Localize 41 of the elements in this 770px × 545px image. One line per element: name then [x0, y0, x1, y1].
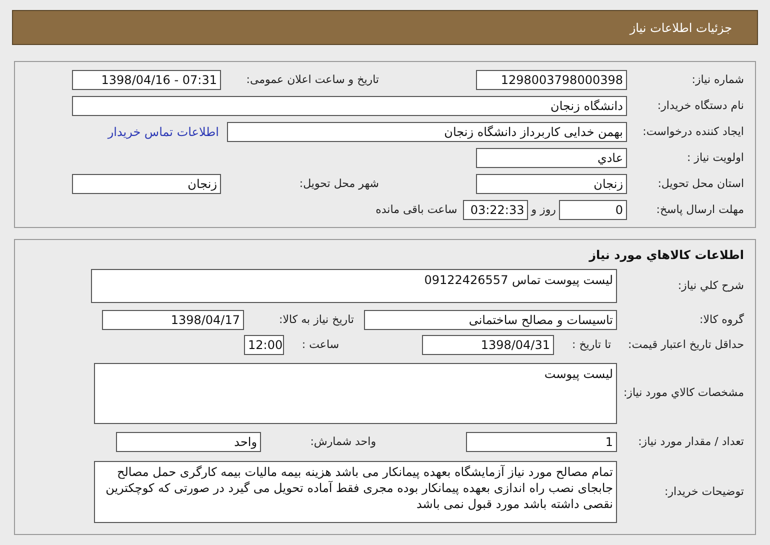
field-label: ساعت :	[300, 336, 340, 353]
input-field[interactable]: لیست پیوست تماس 09122426557	[91, 269, 617, 303]
field-label: حداقل تاریخ اعتبار قیمت:	[627, 336, 744, 353]
field-label: گروه کالا:	[698, 312, 744, 328]
field-label: ساعت باقی مانده	[376, 202, 458, 218]
page-title: جزئیات اطلاعات نیاز	[630, 20, 732, 36]
input-field[interactable]: دانشگاه زنجان	[72, 96, 627, 116]
field-label: تاریخ نیاز به کالا:	[278, 312, 354, 328]
field-label: ایجاد کننده درخواست:	[642, 124, 744, 140]
field-label: تاریخ و ساعت اعلان عمومی:	[245, 72, 379, 88]
field-label: شرح کلي نياز:	[676, 278, 744, 294]
input-field[interactable]: لیست پیوست	[94, 363, 617, 424]
field-label: شهر محل تحویل:	[298, 176, 379, 192]
field-label: مشخصات کالاي مورد نياز:	[622, 385, 744, 401]
input-field[interactable]: تاسیسات و مصالح ساختمانی	[364, 310, 617, 330]
field-label: تا تاریخ :	[571, 336, 612, 353]
input-field[interactable]: 1	[466, 432, 617, 452]
input-field[interactable]: تمام مصالح مورد نیاز آزمایشگاه بعهده پیمانکار می باشد هزینه بیمه مالیات بیمه کارگری حمل مصالح جابجای نصب راه اندازی بعهده پیمانکار بوده مجری فقط آماده تحویل می گیرد در صورتی که کوچکترین نقصی داشته باشد مورد قبول نمی باشد	[94, 461, 617, 523]
field-label: نام دستگاه خریدار:	[656, 98, 744, 114]
section-title: اطلاعات کالاهاي مورد نياز	[588, 247, 744, 264]
field-label: مهلت ارسال پاسخ:	[655, 202, 744, 218]
input-field[interactable]: زنجان	[476, 174, 627, 194]
field-label: روز و	[531, 202, 556, 218]
field-label: استان محل تحویل:	[656, 176, 744, 192]
input-field[interactable]: 1398/04/17	[102, 310, 244, 330]
input-field[interactable]: زنجان	[72, 174, 221, 194]
field-label: تعداد / مقدار مورد نیاز:	[637, 434, 744, 450]
field-label: توضیحات خریدار:	[664, 484, 744, 500]
input-field[interactable]: بهمن خدایی کاربرداز دانشگاه زنجان	[227, 122, 627, 142]
input-field[interactable]: 1398/04/31	[422, 335, 554, 355]
field-label: شماره نیاز:	[690, 72, 744, 88]
input-field[interactable]: واحد	[116, 432, 261, 452]
input-field[interactable]: 1398/04/16 - 07:31	[72, 70, 221, 90]
input-field[interactable]: 03:22:33	[463, 200, 528, 220]
field-label: واحد شمارش:	[309, 434, 376, 450]
input-field[interactable]: 1298003798000398	[476, 70, 627, 90]
contact-info-link[interactable]: اطلاعات تماس خریدار	[108, 123, 219, 141]
input-field[interactable]: 12:00	[244, 335, 284, 355]
field-label: اولویت نیاز :	[686, 150, 744, 166]
input-field[interactable]: عادي	[476, 148, 627, 168]
input-field[interactable]: 0	[559, 200, 627, 220]
